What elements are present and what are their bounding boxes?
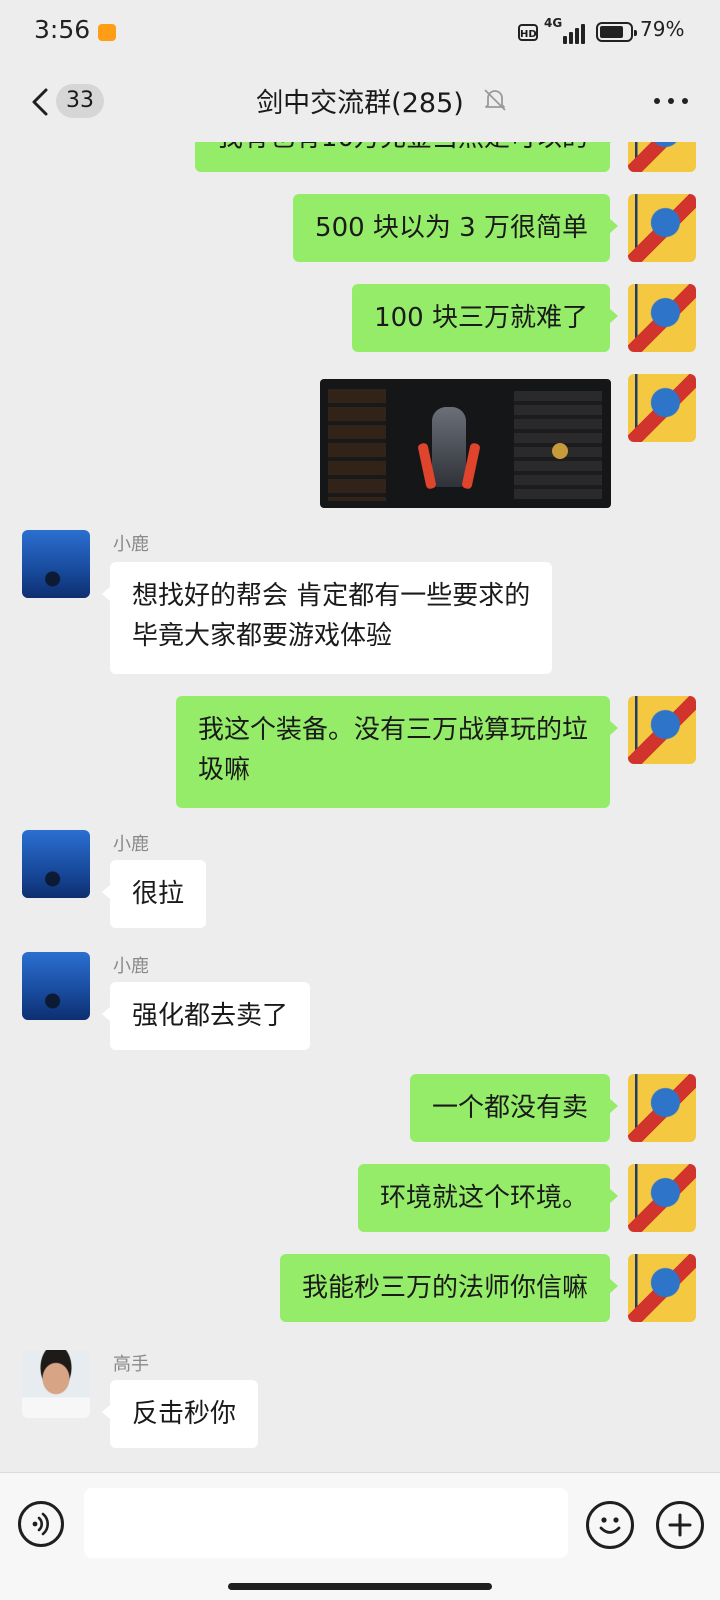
more-icon[interactable] (654, 96, 688, 106)
message-bubble[interactable]: 反击秒你 (101, 1380, 259, 1448)
message-bubble[interactable]: 我有也有10万充金当然是可以的 (194, 142, 619, 172)
avatar-self[interactable] (628, 284, 696, 352)
input-bar (0, 1472, 720, 1600)
app-notification-icon (98, 24, 116, 41)
bell-off-icon (484, 89, 506, 111)
message-input[interactable] (84, 1488, 568, 1558)
group-title[interactable]: 剑中交流群(285) (256, 88, 464, 119)
sender-name: 小鹿 (113, 534, 149, 555)
battery-icon (596, 22, 637, 42)
message-bubble[interactable]: 100 块三万就难了 (352, 284, 618, 352)
emoji-icon[interactable] (586, 1501, 634, 1549)
home-indicator[interactable] (228, 1583, 492, 1590)
message-bubble[interactable]: 很拉 (101, 860, 207, 928)
avatar-self[interactable] (628, 1254, 696, 1322)
avatar-xiaolu[interactable] (22, 530, 90, 598)
sender-name: 小鹿 (113, 956, 149, 977)
status-time: 3:56 (34, 15, 91, 44)
avatar-self[interactable] (628, 1164, 696, 1232)
game-screenshot-image[interactable] (320, 379, 611, 508)
message-bubble[interactable]: 强化都去卖了 (101, 982, 311, 1050)
network-type-label: 4G (544, 16, 563, 30)
avatar-xiaolu[interactable] (22, 952, 90, 1020)
chat-area[interactable]: 我有也有10万充金当然是可以的 500 块以为 3 万很简单 100 块三万就难… (0, 142, 720, 1472)
avatar-xiaolu[interactable] (22, 830, 90, 898)
avatar-self[interactable] (628, 194, 696, 262)
message-line: 毕竟大家都要游戏体验 (132, 621, 393, 651)
message-bubble[interactable]: 一个都没有卖 (409, 1074, 619, 1142)
message-line: 我这个装备。没有三万战算玩的垃 (197, 715, 588, 745)
message-bubble[interactable]: 我能秒三万的法师你信嘛 (279, 1254, 619, 1322)
message-bubble[interactable]: 我这个装备。没有三万战算玩的垃 圾嘛 (175, 696, 619, 808)
message-bubble[interactable]: 500 块以为 3 万很简单 (293, 194, 618, 262)
avatar-gaoshou[interactable] (22, 1350, 90, 1418)
avatar-self[interactable] (628, 1074, 696, 1142)
avatar-self[interactable] (628, 142, 696, 172)
status-bar: 3:56 HD 4G 79% (0, 0, 720, 66)
message-bubble[interactable]: 想找好的帮会 肯定都有一些要求的 毕竟大家都要游戏体验 (101, 562, 553, 674)
battery-percent: 79% (640, 17, 685, 41)
header-title-wrap: 剑中交流群(285) (0, 81, 720, 120)
avatar-self[interactable] (628, 374, 696, 442)
voice-icon[interactable] (18, 1501, 64, 1547)
hd-icon: HD (518, 24, 538, 41)
plus-icon[interactable] (656, 1501, 704, 1549)
avatar-self[interactable] (628, 696, 696, 764)
message-line: 圾嘛 (197, 755, 250, 785)
sender-name: 高手 (113, 1354, 149, 1375)
message-bubble[interactable]: 环境就这个环境。 (357, 1164, 619, 1232)
sender-name: 小鹿 (113, 834, 149, 855)
signal-icon (563, 22, 587, 44)
message-line: 想找好的帮会 肯定都有一些要求的 (132, 581, 531, 611)
chat-header: 33 剑中交流群(285) (0, 66, 720, 142)
